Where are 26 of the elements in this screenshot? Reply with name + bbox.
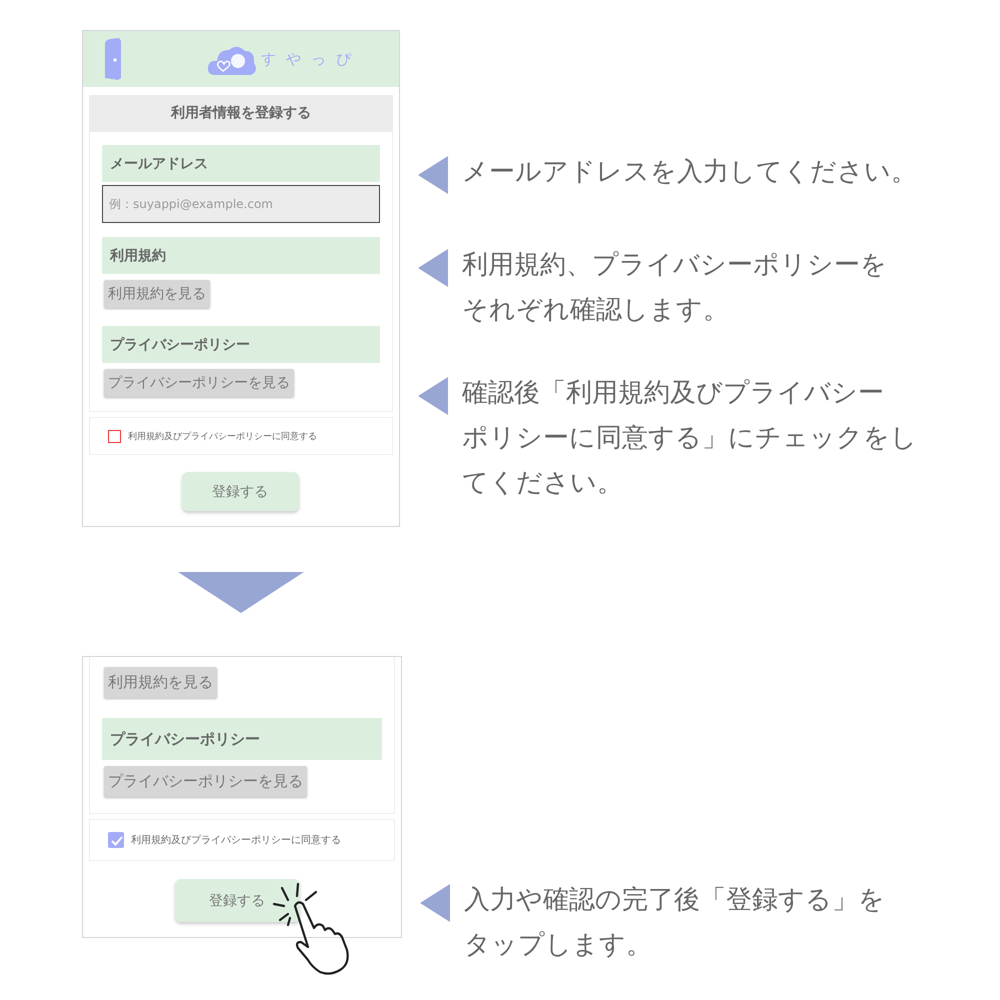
pointer-icon: [418, 156, 448, 194]
logo-text: すやっぴ: [261, 50, 361, 68]
instruction-text: 入力や確認の完了後「登録する」を タップします。: [464, 884, 885, 962]
section-heading: メールアドレス: [102, 145, 380, 182]
pointer-icon: [420, 884, 450, 922]
view-button[interactable]: 利用規約を見る: [104, 280, 210, 308]
register-button[interactable]: 登録する: [182, 472, 298, 511]
agree-checkbox[interactable]: [108, 430, 121, 442]
register-button[interactable]: 登録する: [174, 879, 300, 922]
section-heading: プライバシーポリシー: [102, 718, 382, 760]
email-field[interactable]: 例：suyappi@example.com: [102, 185, 380, 223]
page-title: 利用者情報を登録する: [89, 95, 393, 131]
section-heading: 利用規約: [102, 237, 380, 274]
agree-label: 利用規約及びプライバシーポリシーに同意する: [128, 430, 317, 442]
pointer-icon: [418, 377, 448, 415]
down-arrow-icon: [178, 572, 304, 613]
pointer-icon: [418, 249, 448, 287]
view-button[interactable]: 利用規約を見る: [104, 667, 217, 698]
agree-checkbox[interactable]: [108, 832, 124, 848]
section-heading: プライバシーポリシー: [102, 326, 380, 363]
instruction-text: 利用規約、プライバシーポリシーを それぞれ確認します。: [462, 249, 887, 327]
view-button[interactable]: プライバシーポリシーを見る: [104, 369, 294, 397]
agree-label: 利用規約及びプライバシーポリシーに同意する: [131, 834, 341, 847]
instruction-text: メールアドレスを入力してください。: [462, 156, 917, 189]
view-button[interactable]: プライバシーポリシーを見る: [104, 766, 307, 797]
instruction-text: 確認後「利用規約及びプライバシー ポリシーに同意する」にチェックをし てください。: [462, 377, 917, 500]
